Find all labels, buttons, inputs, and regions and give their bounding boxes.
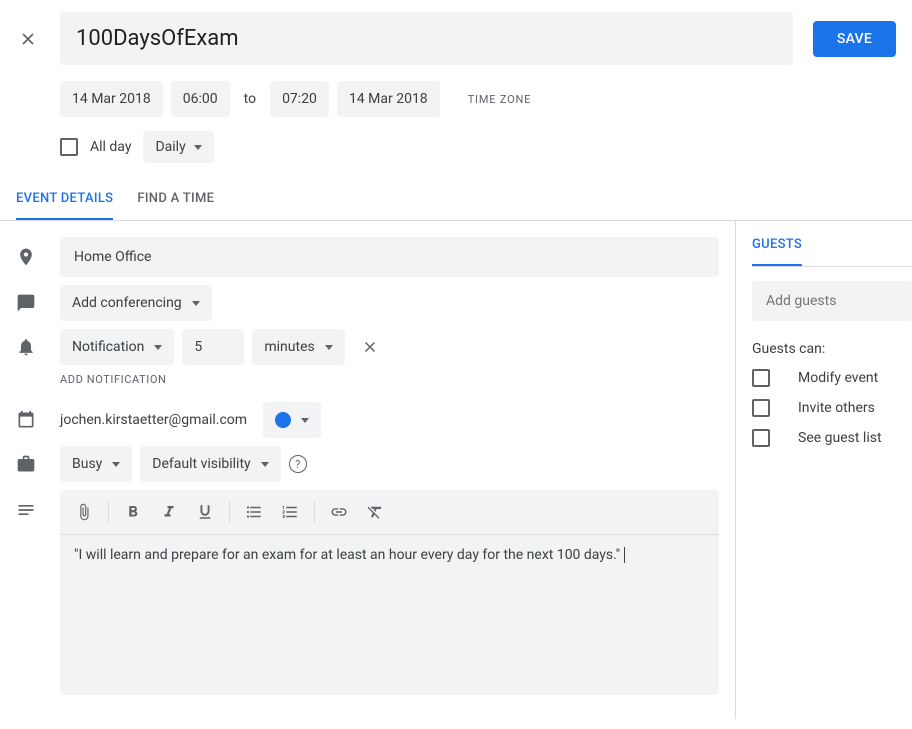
notification-unit-value: minutes xyxy=(264,339,314,355)
save-button[interactable]: SAVE xyxy=(813,21,896,57)
allday-label: All day xyxy=(90,139,131,155)
chevron-down-icon xyxy=(192,301,200,306)
briefcase-icon xyxy=(16,454,60,474)
location-input[interactable] xyxy=(60,237,719,277)
bullet-list-icon xyxy=(245,503,263,521)
calendar-icon xyxy=(16,410,60,430)
remove-notification-button[interactable] xyxy=(353,338,387,356)
underline-button[interactable] xyxy=(189,496,221,528)
chevron-down-icon xyxy=(112,462,120,467)
start-date-picker[interactable]: 14 Mar 2018 xyxy=(60,81,163,117)
notification-unit-dropdown[interactable]: minutes xyxy=(252,329,344,365)
link-icon xyxy=(330,503,348,521)
underline-icon xyxy=(196,503,214,521)
tab-guests[interactable]: GUESTS xyxy=(752,237,802,266)
notification-value-input[interactable] xyxy=(182,329,244,365)
tab-find-time[interactable]: FIND A TIME xyxy=(137,191,214,220)
event-title-input[interactable] xyxy=(60,12,793,65)
close-icon xyxy=(361,338,379,356)
toolbar-separator xyxy=(314,501,315,523)
conferencing-label: Add conferencing xyxy=(72,295,182,311)
bold-icon xyxy=(124,503,142,521)
location-icon xyxy=(16,247,60,267)
italic-icon xyxy=(160,503,178,521)
tab-event-details[interactable]: EVENT DETAILS xyxy=(16,191,113,220)
allday-checkbox[interactable] xyxy=(60,138,78,156)
notification-type-value: Notification xyxy=(72,339,144,355)
clear-format-button[interactable] xyxy=(359,496,391,528)
chevron-down-icon xyxy=(194,145,202,150)
guests-can-label: Guests can: xyxy=(752,341,912,357)
notification-icon xyxy=(16,337,60,357)
invite-others-label: Invite others xyxy=(798,400,875,416)
color-picker[interactable] xyxy=(263,402,321,438)
chevron-down-icon xyxy=(325,345,333,350)
toolbar-separator xyxy=(229,501,230,523)
toolbar-separator xyxy=(108,501,109,523)
bullet-list-button[interactable] xyxy=(238,496,270,528)
visibility-value: Default visibility xyxy=(152,456,250,472)
description-text: "I will learn and prepare for an exam fo… xyxy=(74,547,620,563)
add-notification-button[interactable]: ADD NOTIFICATION xyxy=(60,373,719,386)
link-button[interactable] xyxy=(323,496,355,528)
visibility-dropdown[interactable]: Default visibility xyxy=(140,446,280,482)
attachment-icon xyxy=(75,503,93,521)
add-guests-input[interactable] xyxy=(752,281,912,321)
repeat-value: Daily xyxy=(155,139,185,155)
see-guest-list-label: See guest list xyxy=(798,430,882,446)
timezone-button[interactable]: TIME ZONE xyxy=(468,93,531,106)
invite-others-checkbox[interactable] xyxy=(752,399,770,417)
description-editor[interactable]: "I will learn and prepare for an exam fo… xyxy=(60,535,719,695)
calendar-email: jochen.kirstaetter@gmail.com xyxy=(60,412,247,428)
notification-type-dropdown[interactable]: Notification xyxy=(60,329,174,365)
availability-dropdown[interactable]: Busy xyxy=(60,446,132,482)
clear-format-icon xyxy=(366,503,384,521)
attach-button[interactable] xyxy=(68,496,100,528)
modify-event-checkbox[interactable] xyxy=(752,369,770,387)
chevron-down-icon xyxy=(154,345,162,350)
color-dot-icon xyxy=(275,412,291,428)
italic-button[interactable] xyxy=(153,496,185,528)
chevron-down-icon xyxy=(301,418,309,423)
help-icon[interactable]: ? xyxy=(289,455,307,473)
repeat-dropdown[interactable]: Daily xyxy=(143,131,213,163)
to-label: to xyxy=(238,91,262,107)
numbered-list-button[interactable] xyxy=(274,496,306,528)
bold-button[interactable] xyxy=(117,496,149,528)
chevron-down-icon xyxy=(261,462,269,467)
availability-value: Busy xyxy=(72,456,102,472)
close-button[interactable] xyxy=(16,27,40,51)
close-icon xyxy=(18,29,38,49)
description-icon xyxy=(16,490,60,520)
conferencing-icon xyxy=(16,293,60,313)
numbered-list-icon xyxy=(281,503,299,521)
modify-event-label: Modify event xyxy=(798,370,878,386)
conferencing-dropdown[interactable]: Add conferencing xyxy=(60,285,212,321)
end-time-picker[interactable]: 07:20 xyxy=(270,81,329,117)
see-guest-list-checkbox[interactable] xyxy=(752,429,770,447)
end-date-picker[interactable]: 14 Mar 2018 xyxy=(337,81,440,117)
start-time-picker[interactable]: 06:00 xyxy=(171,81,230,117)
